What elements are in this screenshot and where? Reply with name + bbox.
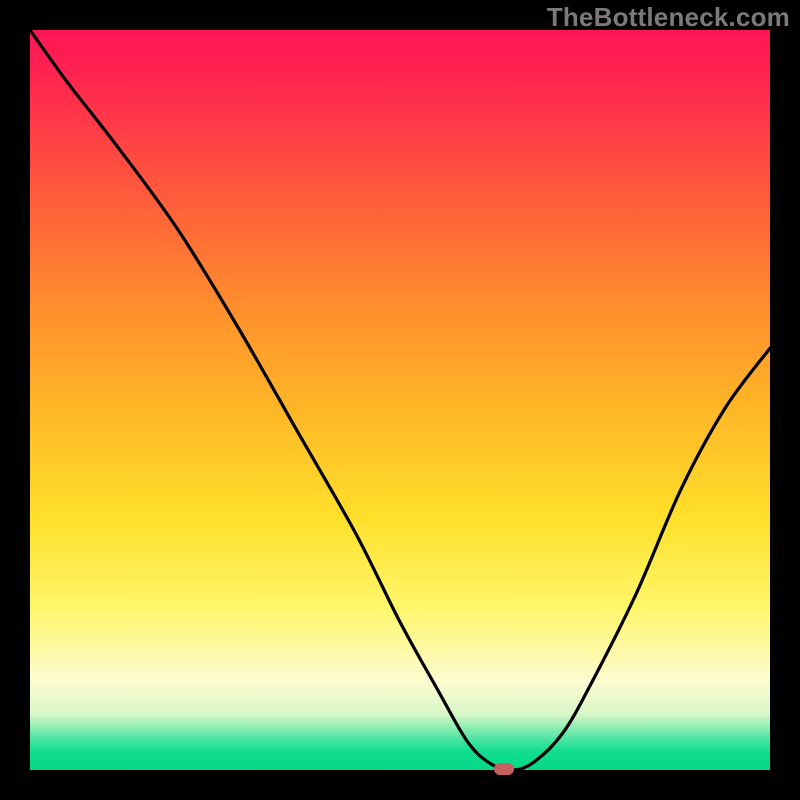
watermark-text: TheBottleneck.com <box>547 2 790 33</box>
plot-area <box>30 30 770 770</box>
chart-stage: TheBottleneck.com <box>0 0 800 800</box>
bottleneck-curve <box>30 30 770 770</box>
optimal-point-marker <box>494 763 514 775</box>
curve-path <box>30 30 770 770</box>
